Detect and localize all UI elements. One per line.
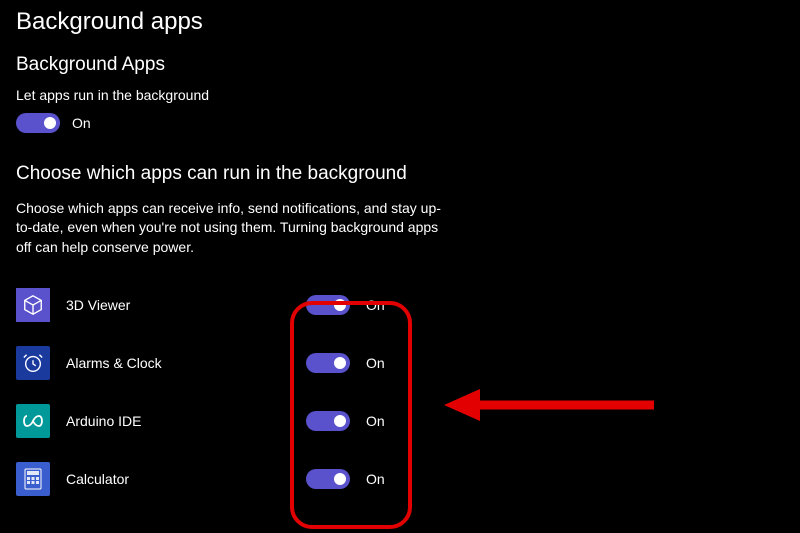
app-row: Calculator On (16, 450, 784, 508)
app-toggle-state-label: On (366, 355, 385, 371)
app-toggle-state-label: On (366, 297, 385, 313)
app-toggle-state-label: On (366, 471, 385, 487)
app-row: Alarms & Clock On (16, 334, 784, 392)
section-heading-choose: Choose which apps can run in the backgro… (16, 163, 784, 185)
master-toggle[interactable] (16, 113, 60, 133)
choose-description: Choose which apps can receive info, send… (16, 199, 446, 258)
app-row: Arduino IDE On (16, 392, 784, 450)
master-toggle-row: On (16, 113, 784, 133)
app-name-label: 3D Viewer (66, 297, 306, 313)
app-toggle-cell: On (306, 295, 385, 315)
page-title: Background apps (16, 8, 784, 36)
app-toggle-arduino[interactable] (306, 411, 350, 431)
master-subtext: Let apps run in the background (16, 86, 784, 105)
app-name-label: Arduino IDE (66, 413, 306, 429)
master-toggle-label: On (72, 115, 91, 131)
app-row: 3D Viewer On (16, 276, 784, 334)
app-toggle-cell: On (306, 411, 385, 431)
app-toggle-state-label: On (366, 413, 385, 429)
app-name-label: Calculator (66, 471, 306, 487)
app-toggle-cell: On (306, 353, 385, 373)
calculator-icon (16, 462, 50, 496)
app-list: 3D Viewer On Alarms & Clock On Arduino (16, 276, 784, 508)
app-name-label: Alarms & Clock (66, 355, 306, 371)
clock-icon (16, 346, 50, 380)
infinity-icon (16, 404, 50, 438)
app-toggle-cell: On (306, 469, 385, 489)
app-toggle-alarms[interactable] (306, 353, 350, 373)
section-heading-master: Background Apps (16, 54, 784, 76)
cube-icon (16, 288, 50, 322)
app-toggle-calculator[interactable] (306, 469, 350, 489)
app-toggle-3dviewer[interactable] (306, 295, 350, 315)
